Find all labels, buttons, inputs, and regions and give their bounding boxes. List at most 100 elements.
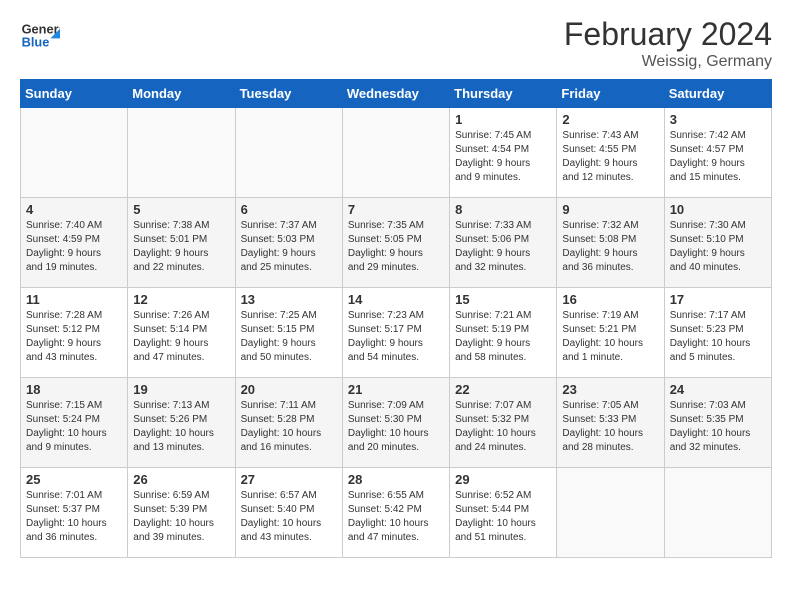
calendar-cell: 10 Sunrise: 7:30 AM Sunset: 5:10 PM Dayli… xyxy=(664,198,771,288)
day-number: 2 xyxy=(562,112,658,127)
calendar-cell xyxy=(21,108,128,198)
day-number: 29 xyxy=(455,472,551,487)
location-subtitle: Weissig, Germany xyxy=(564,53,772,71)
calendar-cell: 11 Sunrise: 7:28 AM Sunset: 5:12 PM Dayli… xyxy=(21,288,128,378)
day-content: Sunrise: 7:30 AM Sunset: 5:10 PM Dayligh… xyxy=(670,219,766,275)
calendar-cell: 8Sunrise: 7:33 AM Sunset: 5:06 PM Daylig… xyxy=(450,198,557,288)
col-header-friday: Friday xyxy=(557,80,664,108)
day-number: 9 xyxy=(562,202,658,217)
logo: General Blue xyxy=(20,16,64,56)
calendar-cell: 24 Sunrise: 7:03 AM Sunset: 5:35 PM Dayli… xyxy=(664,378,771,468)
calendar-cell: 7 Sunrise: 7:35 AM Sunset: 5:05 PM Daylig… xyxy=(342,198,449,288)
day-number: 12 xyxy=(133,292,229,307)
day-content: Sunrise: 7:05 AM Sunset: 5:33 PM Dayligh… xyxy=(562,399,658,455)
col-header-wednesday: Wednesday xyxy=(342,80,449,108)
day-content: Sunrise: 7:28 AM Sunset: 5:12 PM Dayligh… xyxy=(26,309,122,365)
calendar-cell: 20 Sunrise: 7:11 AM Sunset: 5:28 PM Dayli… xyxy=(235,378,342,468)
calendar-cell: 27Sunrise: 6:57 AM Sunset: 5:40 PM Dayli… xyxy=(235,468,342,558)
calendar-cell: 3Sunrise: 7:42 AM Sunset: 4:57 PM Daylig… xyxy=(664,108,771,198)
day-number: 8 xyxy=(455,202,551,217)
day-number: 13 xyxy=(241,292,337,307)
day-number: 10 xyxy=(670,202,766,217)
calendar-cell: 6 Sunrise: 7:37 AM Sunset: 5:03 PM Daylig… xyxy=(235,198,342,288)
day-number: 3 xyxy=(670,112,766,127)
day-content: Sunrise: 7:21 AM Sunset: 5:19 PM Dayligh… xyxy=(455,309,551,365)
calendar-week-1: 1Sunrise: 7:45 AM Sunset: 4:54 PM Daylig… xyxy=(21,108,772,198)
page-header: General Blue February 2024 Weissig, Germ… xyxy=(20,16,772,71)
day-number: 17 xyxy=(670,292,766,307)
calendar-week-3: 11 Sunrise: 7:28 AM Sunset: 5:12 PM Dayli… xyxy=(21,288,772,378)
day-number: 19 xyxy=(133,382,229,397)
day-number: 21 xyxy=(348,382,444,397)
day-content: Sunrise: 7:43 AM Sunset: 4:55 PM Dayligh… xyxy=(562,129,658,185)
day-content: Sunrise: 7:35 AM Sunset: 5:05 PM Dayligh… xyxy=(348,219,444,275)
title-block: February 2024 Weissig, Germany xyxy=(564,16,772,71)
day-number: 1 xyxy=(455,112,551,127)
day-content: Sunrise: 7:37 AM Sunset: 5:03 PM Dayligh… xyxy=(241,219,337,275)
calendar-cell xyxy=(235,108,342,198)
day-content: Sunrise: 7:11 AM Sunset: 5:28 PM Dayligh… xyxy=(241,399,337,455)
calendar-cell: 9 Sunrise: 7:32 AM Sunset: 5:08 PM Daylig… xyxy=(557,198,664,288)
calendar-cell: 4 Sunrise: 7:40 AM Sunset: 4:59 PM Daylig… xyxy=(21,198,128,288)
day-number: 28 xyxy=(348,472,444,487)
calendar-cell: 5 Sunrise: 7:38 AM Sunset: 5:01 PM Daylig… xyxy=(128,198,235,288)
col-header-saturday: Saturday xyxy=(664,80,771,108)
day-number: 5 xyxy=(133,202,229,217)
calendar-cell: 18Sunrise: 7:15 AM Sunset: 5:24 PM Dayli… xyxy=(21,378,128,468)
day-number: 22 xyxy=(455,382,551,397)
day-content: Sunrise: 7:13 AM Sunset: 5:26 PM Dayligh… xyxy=(133,399,229,455)
calendar-cell: 22Sunrise: 7:07 AM Sunset: 5:32 PM Dayli… xyxy=(450,378,557,468)
logo-icon: General Blue xyxy=(20,16,60,56)
calendar-cell: 1Sunrise: 7:45 AM Sunset: 4:54 PM Daylig… xyxy=(450,108,557,198)
calendar-week-2: 4 Sunrise: 7:40 AM Sunset: 4:59 PM Daylig… xyxy=(21,198,772,288)
calendar-cell: 2 Sunrise: 7:43 AM Sunset: 4:55 PM Daylig… xyxy=(557,108,664,198)
calendar-cell: 14Sunrise: 7:23 AM Sunset: 5:17 PM Dayli… xyxy=(342,288,449,378)
calendar-cell: 12 Sunrise: 7:26 AM Sunset: 5:14 PM Dayli… xyxy=(128,288,235,378)
day-content: Sunrise: 7:01 AM Sunset: 5:37 PM Dayligh… xyxy=(26,489,122,545)
calendar-cell: 23 Sunrise: 7:05 AM Sunset: 5:33 PM Dayli… xyxy=(557,378,664,468)
day-content: Sunrise: 7:19 AM Sunset: 5:21 PM Dayligh… xyxy=(562,309,658,365)
calendar-cell xyxy=(664,468,771,558)
day-content: Sunrise: 7:25 AM Sunset: 5:15 PM Dayligh… xyxy=(241,309,337,365)
day-number: 4 xyxy=(26,202,122,217)
calendar-cell: 26Sunrise: 6:59 AM Sunset: 5:39 PM Dayli… xyxy=(128,468,235,558)
day-content: Sunrise: 7:38 AM Sunset: 5:01 PM Dayligh… xyxy=(133,219,229,275)
calendar-cell xyxy=(342,108,449,198)
day-number: 24 xyxy=(670,382,766,397)
day-content: Sunrise: 6:52 AM Sunset: 5:44 PM Dayligh… xyxy=(455,489,551,545)
calendar-cell: 15 Sunrise: 7:21 AM Sunset: 5:19 PM Dayli… xyxy=(450,288,557,378)
day-content: Sunrise: 7:26 AM Sunset: 5:14 PM Dayligh… xyxy=(133,309,229,365)
col-header-thursday: Thursday xyxy=(450,80,557,108)
day-content: Sunrise: 7:40 AM Sunset: 4:59 PM Dayligh… xyxy=(26,219,122,275)
day-number: 23 xyxy=(562,382,658,397)
day-content: Sunrise: 7:03 AM Sunset: 5:35 PM Dayligh… xyxy=(670,399,766,455)
calendar-cell: 19 Sunrise: 7:13 AM Sunset: 5:26 PM Dayli… xyxy=(128,378,235,468)
calendar-cell: 29 Sunrise: 6:52 AM Sunset: 5:44 PM Dayli… xyxy=(450,468,557,558)
day-content: Sunrise: 7:09 AM Sunset: 5:30 PM Dayligh… xyxy=(348,399,444,455)
col-header-monday: Monday xyxy=(128,80,235,108)
day-number: 11 xyxy=(26,292,122,307)
calendar-cell: 16 Sunrise: 7:19 AM Sunset: 5:21 PM Dayli… xyxy=(557,288,664,378)
day-content: Sunrise: 7:32 AM Sunset: 5:08 PM Dayligh… xyxy=(562,219,658,275)
day-content: Sunrise: 6:55 AM Sunset: 5:42 PM Dayligh… xyxy=(348,489,444,545)
day-content: Sunrise: 7:17 AM Sunset: 5:23 PM Dayligh… xyxy=(670,309,766,365)
calendar-cell xyxy=(557,468,664,558)
day-number: 16 xyxy=(562,292,658,307)
calendar-cell: 17 Sunrise: 7:17 AM Sunset: 5:23 PM Dayli… xyxy=(664,288,771,378)
day-content: Sunrise: 7:15 AM Sunset: 5:24 PM Dayligh… xyxy=(26,399,122,455)
day-number: 6 xyxy=(241,202,337,217)
calendar-table: SundayMondayTuesdayWednesdayThursdayFrid… xyxy=(20,79,772,558)
calendar-cell: 21 Sunrise: 7:09 AM Sunset: 5:30 PM Dayli… xyxy=(342,378,449,468)
svg-text:Blue: Blue xyxy=(22,34,50,49)
calendar-cell: 28 Sunrise: 6:55 AM Sunset: 5:42 PM Dayli… xyxy=(342,468,449,558)
calendar-cell: 13 Sunrise: 7:25 AM Sunset: 5:15 PM Dayli… xyxy=(235,288,342,378)
day-number: 15 xyxy=(455,292,551,307)
col-header-tuesday: Tuesday xyxy=(235,80,342,108)
day-number: 20 xyxy=(241,382,337,397)
day-number: 7 xyxy=(348,202,444,217)
day-number: 25 xyxy=(26,472,122,487)
calendar-header: SundayMondayTuesdayWednesdayThursdayFrid… xyxy=(21,80,772,108)
calendar-week-4: 18Sunrise: 7:15 AM Sunset: 5:24 PM Dayli… xyxy=(21,378,772,468)
day-content: Sunrise: 6:59 AM Sunset: 5:39 PM Dayligh… xyxy=(133,489,229,545)
col-header-sunday: Sunday xyxy=(21,80,128,108)
